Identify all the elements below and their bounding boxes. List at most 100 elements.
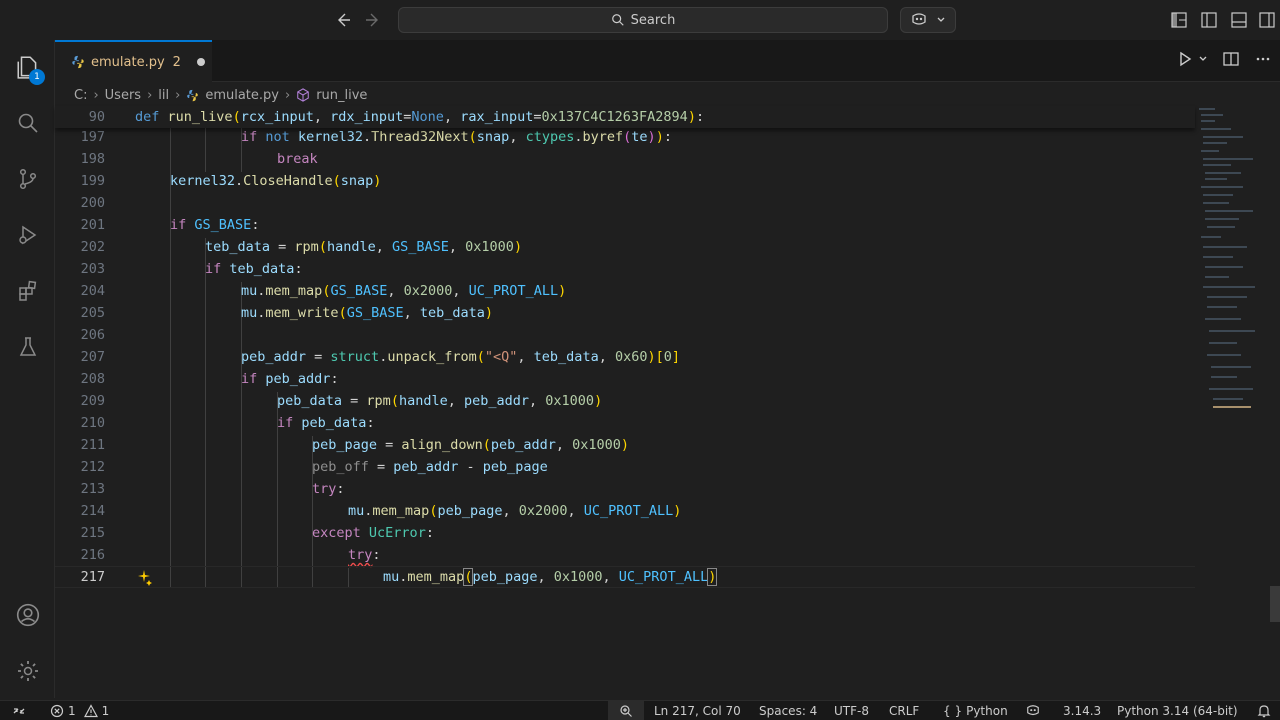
run-dropdown-chevron-icon[interactable]: [1198, 50, 1208, 68]
customize-layout-icon[interactable]: [1170, 11, 1188, 29]
code-line[interactable]: 214 mu.mem_map(peb_page, 0x2000, UC_PROT…: [55, 500, 1195, 522]
forward-arrow-icon[interactable]: [362, 10, 384, 30]
python-file-icon: [187, 89, 199, 101]
bell-icon: [1257, 705, 1271, 718]
extensions-icon[interactable]: [13, 276, 43, 306]
code-line[interactable]: 204 mu.mem_map(GS_BASE, 0x2000, UC_PROT_…: [55, 280, 1195, 302]
lightbulb-icon[interactable]: [135, 568, 153, 586]
settings-gear-icon[interactable]: [13, 656, 43, 686]
run-debug-icon[interactable]: [13, 220, 43, 250]
sticky-scroll-line[interactable]: 90 def run_live(rcx_input, rdx_input=Non…: [55, 106, 1195, 128]
python-interpreter[interactable]: Python 3.14 (64-bit): [1117, 701, 1238, 720]
code-line[interactable]: 202 teb_data = rpm(handle, GS_BASE, 0x10…: [55, 236, 1195, 258]
copilot-status-icon: [1027, 705, 1039, 716]
chevron-right-icon: ›: [147, 87, 153, 103]
source-control-icon[interactable]: [13, 164, 43, 194]
python-version[interactable]: 3.14.3: [1063, 701, 1101, 720]
code-line[interactable]: 213 try:: [55, 478, 1195, 500]
minimap[interactable]: [1195, 106, 1270, 606]
cursor-position[interactable]: Ln 217, Col 70: [654, 701, 741, 720]
error-count: 1: [68, 704, 76, 718]
line-number: 200: [80, 195, 105, 211]
chevron-right-icon: ›: [284, 87, 291, 103]
line-number: 206: [80, 327, 105, 343]
code-line[interactable]: 198 break: [55, 148, 1195, 170]
command-center-search[interactable]: Search: [398, 7, 888, 33]
line-number: 204: [80, 283, 105, 299]
breadcrumb-symbol[interactable]: run_live: [316, 88, 367, 103]
line-number: 199: [80, 173, 105, 189]
breadcrumb-users[interactable]: Users: [105, 88, 141, 103]
line-number: 201: [80, 217, 105, 233]
line-number: 213: [80, 481, 105, 497]
code-line[interactable]: 199 kernel32.CloseHandle(snap): [55, 170, 1195, 192]
chevron-right-icon: ›: [93, 87, 99, 103]
code-line[interactable]: 206: [55, 324, 1195, 346]
toggle-secondary-sidebar-icon[interactable]: [1258, 11, 1276, 29]
testing-icon[interactable]: [13, 332, 43, 362]
notifications-bell[interactable]: [1257, 701, 1271, 720]
copilot-button[interactable]: [900, 7, 956, 33]
line-number: 202: [80, 239, 105, 255]
line-number: 197: [80, 129, 105, 145]
language-mode[interactable]: { } Python: [943, 701, 1008, 720]
code-line[interactable]: 211 peb_page = align_down(peb_addr, 0x10…: [55, 434, 1195, 456]
account-icon[interactable]: [13, 600, 43, 630]
line-number: 215: [80, 525, 105, 541]
line-number: 209: [80, 393, 105, 409]
split-editor-icon[interactable]: [1222, 50, 1240, 68]
code-line[interactable]: 208 if peb_addr:: [55, 368, 1195, 390]
activity-bar: 1: [0, 40, 55, 698]
line-number: 90: [88, 109, 105, 125]
line-number: 217: [80, 569, 105, 585]
run-icon[interactable]: [1176, 50, 1194, 68]
tab-emulate-py[interactable]: emulate.py 2: [55, 40, 212, 82]
remote-indicator[interactable]: [12, 701, 26, 720]
search-icon: [611, 14, 624, 26]
line-number: 208: [80, 371, 105, 387]
code-line[interactable]: 209 peb_data = rpm(handle, peb_addr, 0x1…: [55, 390, 1195, 412]
line-number: 205: [80, 305, 105, 321]
encoding[interactable]: UTF-8: [834, 701, 869, 720]
remote-icon: [13, 708, 25, 714]
line-number: 198: [80, 151, 105, 167]
editor-actions: [1176, 50, 1280, 68]
indentation[interactable]: Spaces: 4: [759, 701, 817, 720]
problems-indicator[interactable]: 1 1: [50, 701, 109, 720]
braces-icon: { }: [943, 704, 963, 718]
search-view-icon[interactable]: [13, 108, 43, 138]
code-line[interactable]: 212 peb_off = peb_addr - peb_page: [55, 456, 1195, 478]
editor-tab-bar: emulate.py 2: [55, 40, 1280, 82]
copilot-status[interactable]: [1025, 701, 1041, 720]
back-arrow-icon[interactable]: [332, 10, 354, 30]
line-ending[interactable]: CRLF: [889, 701, 919, 720]
code-line[interactable]: 205 mu.mem_write(GS_BASE, teb_data): [55, 302, 1195, 324]
code-line[interactable]: 197 if not kernel32.Thread32Next(snap, c…: [55, 126, 1195, 148]
toggle-primary-sidebar-icon[interactable]: [1200, 11, 1218, 29]
breadcrumb-lil[interactable]: lil: [158, 88, 169, 103]
line-number: 207: [80, 349, 105, 365]
toggle-panel-icon[interactable]: [1230, 11, 1248, 29]
code-line[interactable]: 215 except UcError:: [55, 522, 1195, 544]
code-editor[interactable]: 90 def run_live(rcx_input, rdx_input=Non…: [55, 106, 1195, 696]
more-actions-icon[interactable]: [1254, 50, 1272, 68]
code-line[interactable]: 207 peb_addr = struct.unpack_from("<Q", …: [55, 346, 1195, 368]
breadcrumb-drive[interactable]: C:: [74, 88, 87, 103]
code-line[interactable]: 216 try:: [55, 544, 1195, 566]
code-line-active[interactable]: 217 mu.mem_map(peb_page, 0x1000, UC_PROT…: [55, 566, 1195, 588]
line-number: 214: [80, 503, 105, 519]
chevron-down-icon: [937, 17, 945, 22]
search-label: Search: [630, 12, 676, 28]
line-number: 211: [80, 437, 105, 453]
language-label: Python: [966, 704, 1008, 718]
code-line[interactable]: 201 if GS_BASE:: [55, 214, 1195, 236]
zoom-indicator[interactable]: [608, 701, 644, 720]
warning-icon: [83, 704, 98, 718]
code-line[interactable]: 210 if peb_data:: [55, 412, 1195, 434]
unsaved-dot[interactable]: [196, 58, 205, 66]
code-line[interactable]: 200: [55, 192, 1195, 214]
breadcrumb-file[interactable]: emulate.py: [205, 88, 279, 103]
code-line[interactable]: 203 if teb_data:: [55, 258, 1195, 280]
title-bar: Search: [0, 0, 1280, 40]
vertical-scrollbar-thumb[interactable]: [1270, 586, 1280, 622]
